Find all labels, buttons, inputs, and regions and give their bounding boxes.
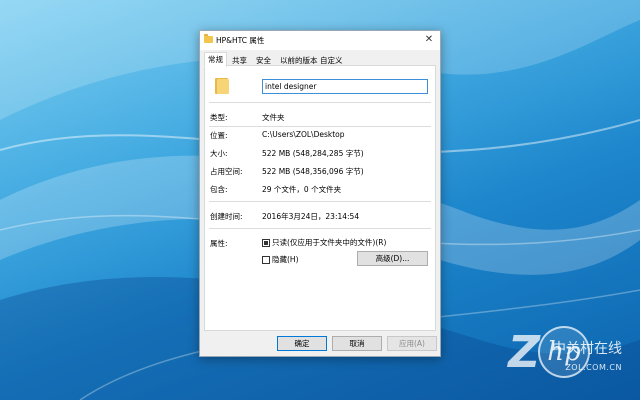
divider: [209, 201, 431, 202]
readonly-checkbox[interactable]: 只读(仅应用于文件夹中的文件)(R): [262, 237, 386, 248]
created-label: 创建时间:: [210, 212, 243, 221]
tab-bar: 常规 共享 安全 以前的版本 自定义: [200, 52, 440, 67]
divider: [209, 228, 431, 229]
size-on-disk-label: 占用空间:: [210, 167, 243, 176]
contains-value: 29 个文件，0 个文件夹: [262, 185, 342, 194]
size-value: 522 MB (548,284,285 字节): [262, 149, 364, 158]
attributes-label: 属性:: [210, 239, 228, 248]
readonly-checkbox-box[interactable]: [262, 238, 270, 247]
size-label: 大小:: [210, 149, 228, 158]
location-label: 位置:: [210, 131, 228, 140]
watermark-cn-text: 中关村在线: [552, 341, 622, 357]
divider: [209, 102, 431, 103]
location-value: C:\Users\ZOL\Desktop: [262, 130, 345, 139]
window-title: HP&HTC 属性: [216, 36, 265, 45]
advanced-button[interactable]: 高级(D)...: [357, 251, 428, 266]
hidden-checkbox[interactable]: 隐藏(H): [262, 254, 299, 265]
contains-label: 包含:: [210, 185, 228, 194]
ok-button[interactable]: 确定: [277, 336, 327, 351]
folder-name-input[interactable]: [262, 79, 428, 94]
type-label: 类型:: [210, 113, 228, 122]
divider: [209, 126, 431, 127]
general-panel: 类型: 文件夹 位置: C:\Users\ZOL\Desktop 大小: 522…: [204, 65, 436, 331]
close-button[interactable]: ✕: [422, 33, 436, 47]
apply-button[interactable]: 应用(A): [387, 336, 437, 351]
folder-icon: [204, 34, 213, 43]
type-value: 文件夹: [262, 113, 285, 122]
readonly-checkbox-label: 只读(仅应用于文件夹中的文件)(R): [272, 238, 387, 247]
properties-dialog: HP&HTC 属性 ✕ 常规 共享 安全 以前的版本 自定义 类型: 文件夹 位…: [199, 30, 441, 357]
watermark-logo-letter: Z: [508, 327, 540, 378]
watermark-en-text: ZOL.COM.CN: [565, 363, 622, 372]
hidden-checkbox-label: 隐藏(H): [272, 255, 299, 264]
tab-general[interactable]: 常规: [204, 52, 227, 67]
cancel-button[interactable]: 取消: [332, 336, 382, 351]
title-bar[interactable]: HP&HTC 属性 ✕: [200, 31, 440, 50]
created-value: 2016年3月24日，23:14:54: [262, 212, 360, 221]
folder-large-icon: [215, 76, 229, 94]
hidden-checkbox-box[interactable]: [262, 255, 270, 264]
size-on-disk-value: 522 MB (548,356,096 字节): [262, 167, 364, 176]
